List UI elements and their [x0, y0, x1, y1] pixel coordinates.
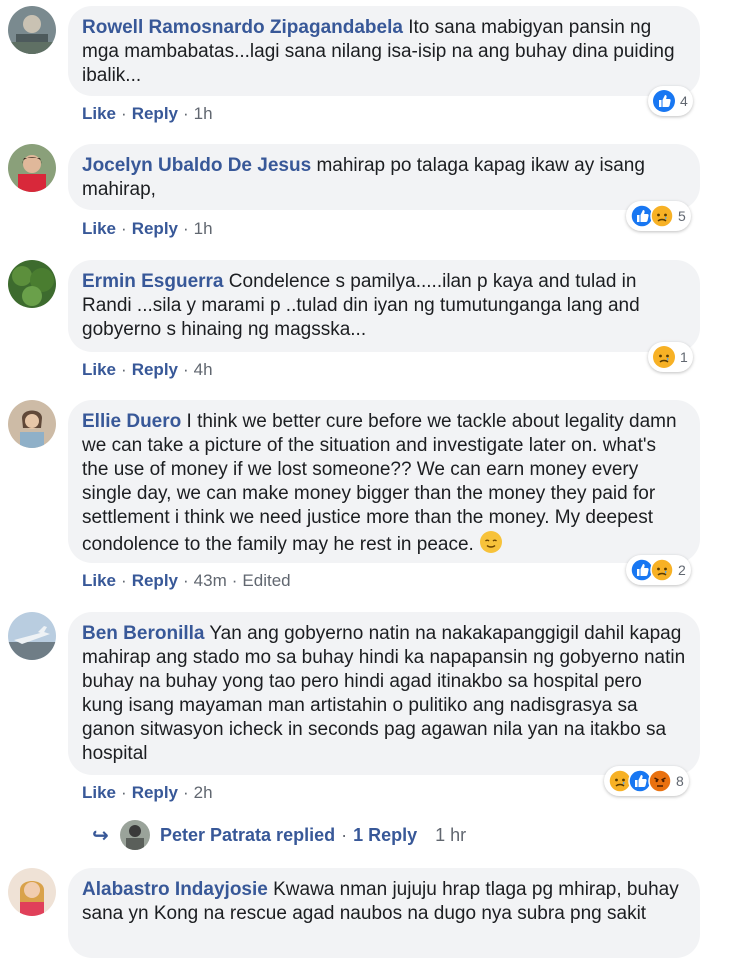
reply-count[interactable]: 1 Reply: [353, 825, 417, 846]
view-replies-link[interactable]: ↪ Peter Patrata replied · 1 Reply 1 hr: [92, 820, 466, 850]
comment-text: Yan ang gobyerno natin na nakakapanggigi…: [82, 623, 686, 764]
comment-text: I think we better cure before we tackle …: [82, 411, 677, 555]
reply-arrow-icon: ↪: [92, 824, 109, 847]
avatar[interactable]: [8, 6, 56, 54]
reaction-count: 5: [678, 208, 686, 224]
reply-button[interactable]: Reply: [132, 360, 178, 379]
reaction-summary[interactable]: 5: [626, 201, 691, 231]
like-button[interactable]: Like: [82, 104, 116, 123]
comment-time[interactable]: 4h: [194, 360, 213, 379]
comment-actions: Like · Reply · 4h: [82, 360, 213, 379]
comment-time[interactable]: 43m: [194, 571, 227, 590]
avatar[interactable]: [8, 868, 56, 916]
comment-actions: Like · Reply · 1h: [82, 219, 213, 238]
comment-bubble: Ellie Duero I think we better cure befor…: [68, 400, 700, 563]
comment-actions: Like · Reply · 1h: [82, 104, 213, 123]
reaction-count: 2: [678, 562, 686, 578]
reply-button[interactable]: Reply: [132, 571, 178, 590]
comment-author[interactable]: Ben Beronilla: [82, 623, 204, 644]
replier-name[interactable]: Peter Patrata replied: [160, 825, 335, 846]
sad-icon: [653, 346, 675, 368]
avatar[interactable]: [8, 400, 56, 448]
reaction-count: 1: [680, 349, 688, 365]
avatar[interactable]: [8, 260, 56, 308]
reaction-summary[interactable]: 1: [648, 342, 693, 372]
comment-author[interactable]: Ermin Esguerra: [82, 271, 224, 292]
like-button[interactable]: Like: [82, 783, 116, 802]
edited-label[interactable]: Edited: [242, 571, 290, 590]
sad-icon: [650, 204, 674, 228]
avatar[interactable]: [8, 144, 56, 192]
comment-bubble: Ermin Esguerra Condelence s pamilya.....…: [68, 260, 700, 352]
comment-author[interactable]: Rowell Ramosnardo Zipagandabela: [82, 17, 403, 38]
reaction-summary[interactable]: 2: [626, 555, 691, 585]
like-button[interactable]: Like: [82, 219, 116, 238]
reaction-count: 4: [680, 93, 688, 109]
comment-author[interactable]: Alabastro Indayjosie: [82, 879, 268, 900]
sad-icon: [650, 558, 674, 582]
reaction-summary[interactable]: 4: [648, 86, 693, 116]
reply-button[interactable]: Reply: [132, 104, 178, 123]
comment-bubble: Ben Beronilla Yan ang gobyerno natin na …: [68, 612, 700, 775]
comment-bubble: Rowell Ramosnardo Zipagandabela Ito sana…: [68, 6, 700, 96]
like-button[interactable]: Like: [82, 360, 116, 379]
comment-author[interactable]: Jocelyn Ubaldo De Jesus: [82, 155, 311, 176]
comment-author[interactable]: Ellie Duero: [82, 411, 181, 432]
replier-avatar: [120, 820, 150, 850]
comment-actions: Like · Reply · 2h: [82, 783, 213, 802]
avatar[interactable]: [8, 612, 56, 660]
angry-icon: [648, 769, 672, 793]
relieved-emoji-icon: [480, 531, 503, 553]
like-icon: [653, 90, 675, 112]
reply-time: 1 hr: [435, 824, 467, 845]
comment-bubble: Jocelyn Ubaldo De Jesus mahirap po talag…: [68, 144, 700, 210]
reply-button[interactable]: Reply: [132, 783, 178, 802]
like-button[interactable]: Like: [82, 571, 116, 590]
comment-time[interactable]: 1h: [194, 219, 213, 238]
comment-actions: Like · Reply · 43m · Edited: [82, 571, 291, 590]
reaction-count: 8: [676, 773, 684, 789]
comment-time[interactable]: 1h: [194, 104, 213, 123]
comment-time[interactable]: 2h: [194, 783, 213, 802]
reply-button[interactable]: Reply: [132, 219, 178, 238]
reaction-summary[interactable]: 8: [604, 766, 689, 796]
